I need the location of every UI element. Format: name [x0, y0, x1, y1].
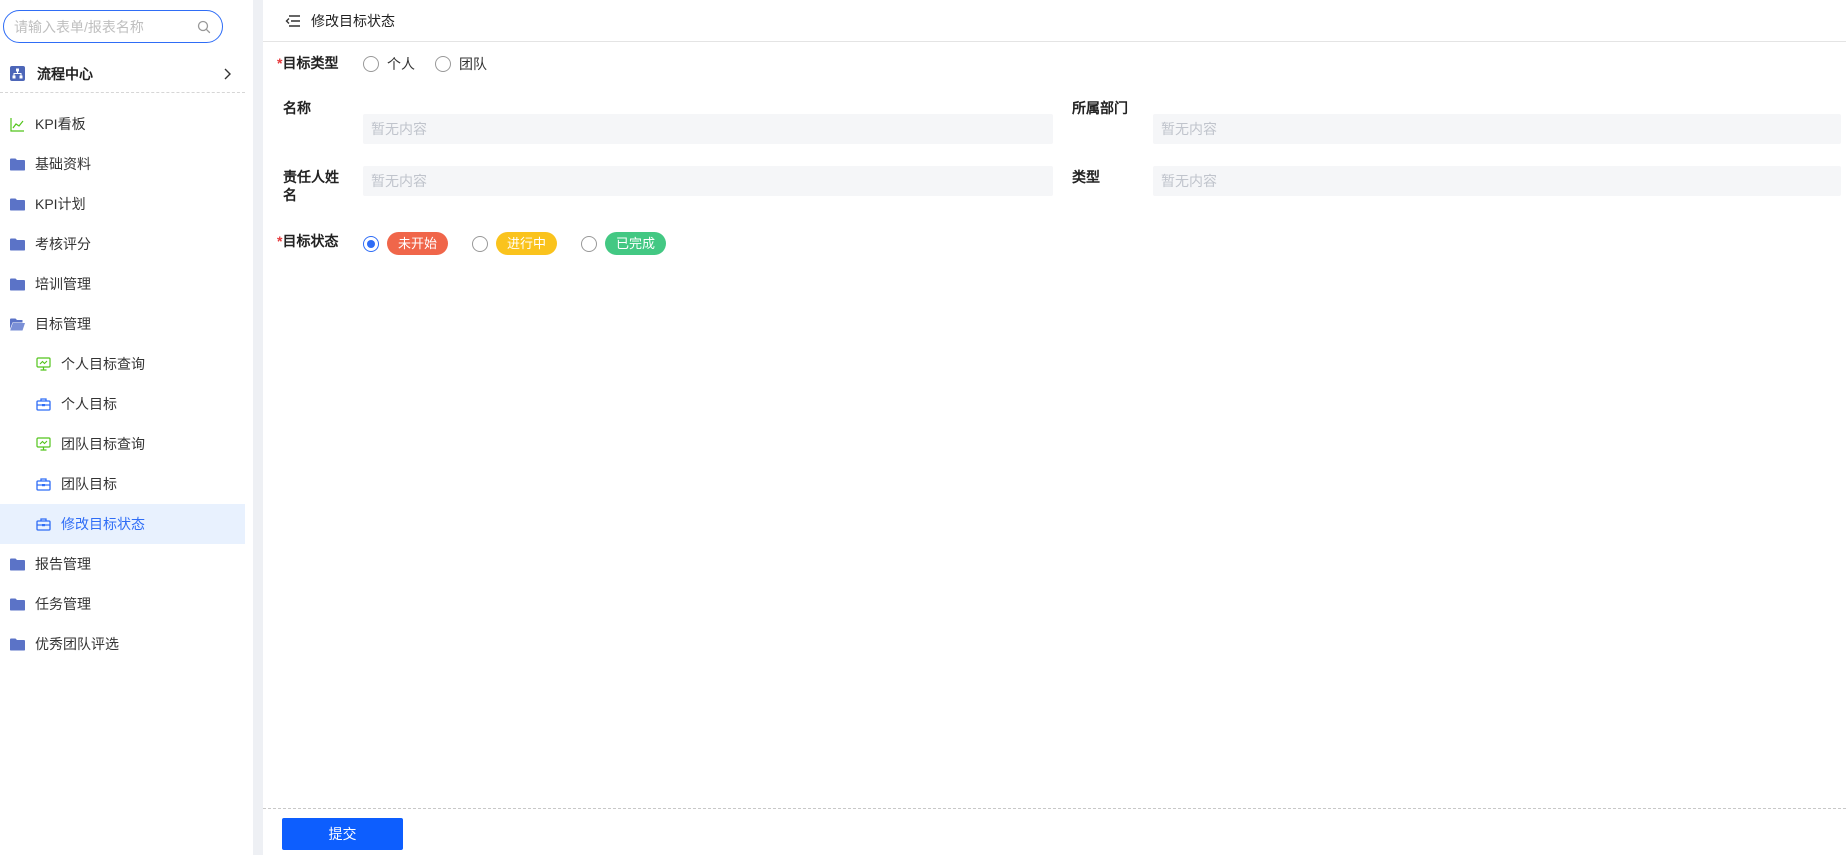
sidebar-item-label: 培训管理 — [35, 276, 91, 292]
target-type-option-label: 个人 — [387, 56, 415, 72]
folder-icon — [10, 157, 25, 172]
sidebar-item[interactable]: 个人目标查询 — [0, 344, 245, 384]
target-type-radio-personal[interactable] — [363, 56, 379, 72]
status-radio-group: 未开始 进行中 已完成 — [363, 232, 690, 255]
sidebar-item[interactable]: 团队目标 — [0, 464, 245, 504]
chart-line-icon — [10, 117, 25, 132]
folder-icon — [10, 237, 25, 252]
status-pill-not-started[interactable]: 未开始 — [387, 232, 449, 255]
sidebar-item[interactable]: 培训管理 — [0, 264, 245, 304]
submit-button[interactable]: 提交 — [282, 818, 403, 850]
target-type-radio-team[interactable] — [435, 56, 451, 72]
search-icon[interactable] — [196, 19, 212, 35]
sidebar-item-label: 报告管理 — [35, 556, 91, 572]
report-icon — [36, 437, 51, 452]
sidebar-item[interactable]: 基础资料 — [0, 144, 245, 184]
form-icon — [36, 397, 51, 412]
status-pill-in-progress[interactable]: 进行中 — [496, 232, 558, 255]
target-type-option-label: 团队 — [459, 56, 487, 72]
form-icon — [36, 517, 51, 532]
department-label: 所属部门 — [1072, 100, 1128, 116]
type-field[interactable]: 暂无内容 — [1153, 166, 1841, 196]
flow-center-item[interactable]: 流程中心 — [0, 55, 245, 93]
sidebar-item[interactable]: 考核评分 — [0, 224, 245, 264]
status-radio-completed[interactable] — [581, 235, 598, 252]
page-header: 修改目标状态 — [263, 0, 1846, 42]
sidebar-item-label: 个人目标 — [61, 396, 117, 412]
target-type-radio-group: 个人 团队 — [363, 54, 487, 74]
sidebar-item-label: 基础资料 — [35, 156, 91, 172]
sidebar-item[interactable]: KPI看板 — [0, 104, 245, 144]
sidebar-item-label: 团队目标查询 — [61, 436, 145, 452]
sidebar-item[interactable]: 目标管理 — [0, 304, 245, 344]
type-label: 类型 — [1072, 169, 1100, 185]
sidebar-item[interactable]: 报告管理 — [0, 544, 245, 584]
sidebar-item-label: 任务管理 — [35, 596, 91, 612]
sidebar-item-label: KPI看板 — [35, 116, 86, 132]
sidebar-divider — [253, 0, 263, 855]
sidebar-item[interactable]: 任务管理 — [0, 584, 245, 624]
folder-icon — [10, 557, 25, 572]
menu-collapse-icon[interactable] — [285, 13, 301, 29]
sidebar-item-label: 目标管理 — [35, 316, 91, 332]
report-icon — [36, 357, 51, 372]
footer-divider — [263, 808, 1846, 809]
sidebar-item-label: 修改目标状态 — [61, 516, 145, 532]
sidebar-item-label: 团队目标 — [61, 476, 117, 492]
main-content: 修改目标状态 *目标类型 个人 团队 名称 暂无内容 所属部门 暂无内容 责任人… — [263, 0, 1846, 855]
sidebar-nav: KPI看板基础资料 KPI计划考核评分培训管理目标管理个人目标查询 个人目标团队目标… — [0, 104, 245, 664]
search-input[interactable] — [14, 18, 196, 35]
department-field[interactable]: 暂无内容 — [1153, 114, 1841, 144]
status-radio-in-progress[interactable] — [472, 235, 489, 252]
status-label: *目标状态 — [277, 233, 339, 249]
sidebar-item-label: 考核评分 — [35, 236, 91, 252]
chevron-right-icon — [219, 66, 235, 82]
sidebar-item-label: 个人目标查询 — [61, 356, 145, 372]
folder-open-icon — [10, 317, 25, 332]
status-radio-not-started[interactable] — [363, 235, 379, 252]
sidebar-item[interactable]: 团队目标查询 — [0, 424, 245, 464]
sidebar-item[interactable]: 个人目标 — [0, 384, 245, 424]
owner-field[interactable]: 暂无内容 — [363, 166, 1053, 196]
flow-center-label: 流程中心 — [37, 65, 93, 82]
owner-label: 责任人姓名 — [283, 169, 339, 203]
folder-icon — [10, 277, 25, 292]
sidebar-item-label: KPI计划 — [35, 196, 86, 212]
sidebar: 流程中心 KPI看板基础资料 KPI计划考核评分培训管理目标管理个人目标查询个人目… — [0, 0, 253, 855]
search-box[interactable] — [3, 10, 223, 43]
sidebar-item[interactable]: KPI计划 — [0, 184, 245, 224]
status-pill-completed[interactable]: 已完成 — [605, 232, 667, 255]
form-icon — [36, 477, 51, 492]
sidebar-item[interactable]: 修改目标状态 — [0, 504, 245, 544]
folder-icon — [10, 637, 25, 652]
folder-icon — [10, 197, 25, 212]
name-label: 名称 — [283, 100, 311, 116]
target-type-label: *目标类型 — [277, 55, 339, 71]
name-field[interactable]: 暂无内容 — [363, 114, 1053, 144]
sitemap-icon — [10, 66, 25, 81]
folder-icon — [10, 597, 25, 612]
sidebar-item[interactable]: 优秀团队评选 — [0, 624, 245, 664]
app-root: 流程中心 KPI看板基础资料 KPI计划考核评分培训管理目标管理个人目标查询个人目… — [0, 0, 1846, 855]
sidebar-item-label: 优秀团队评选 — [35, 636, 119, 652]
page-title: 修改目标状态 — [311, 12, 395, 29]
